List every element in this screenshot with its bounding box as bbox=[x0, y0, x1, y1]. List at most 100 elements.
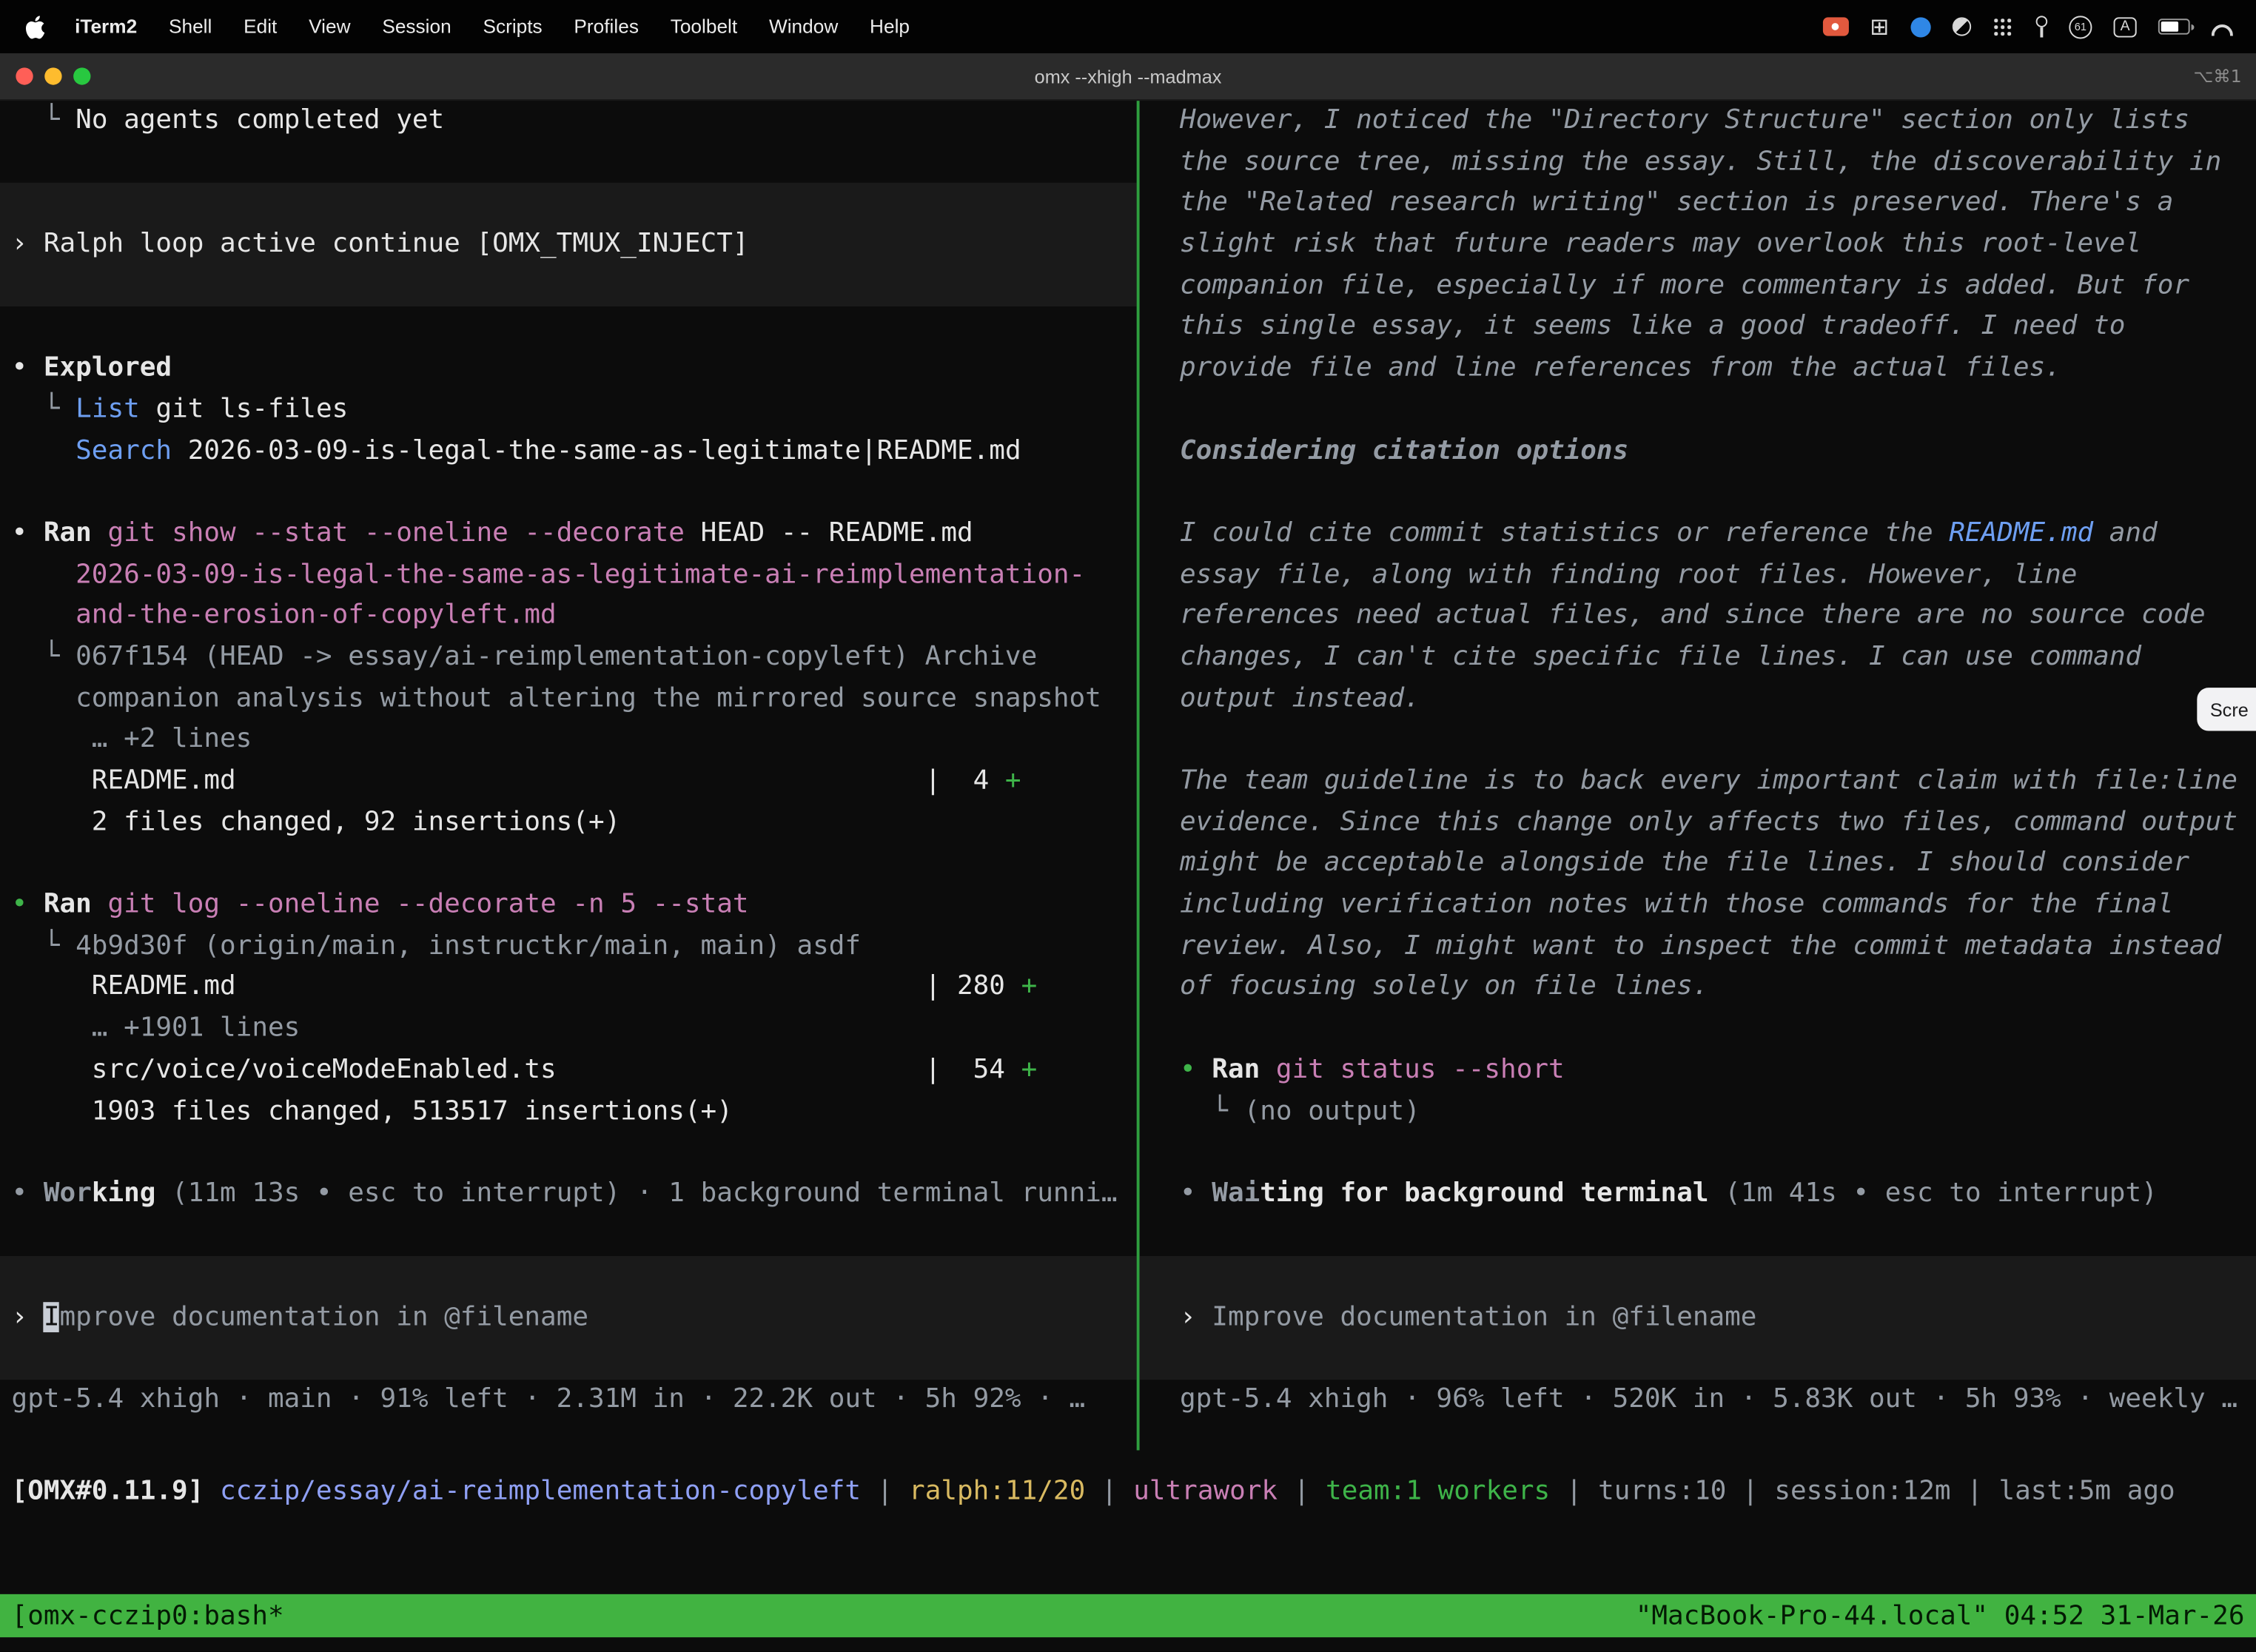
prompt-input-box[interactable]: › Improve documentation in @filename bbox=[1140, 1257, 2256, 1380]
window-shortcut-badge: ⌥⌘1 bbox=[2194, 66, 2256, 86]
terminal-line: … +2 lines bbox=[0, 720, 1137, 762]
terminal-line: › Ralph loop active continue [OMX_TMUX_I… bbox=[0, 224, 1137, 266]
terminal-line: slight risk that future readers may over… bbox=[1140, 224, 2256, 266]
terminal-line: Search 2026-03-09-is-legal-the-same-as-l… bbox=[0, 431, 1137, 472]
menu-toolbelt[interactable]: Toolbelt bbox=[654, 16, 753, 37]
omx-status-segment: | bbox=[1726, 1476, 1774, 1506]
minimize-button[interactable] bbox=[44, 67, 61, 84]
terminal-line: review. Also, I might want to inspect th… bbox=[1140, 926, 2256, 967]
terminal-line: The team guideline is to back every impo… bbox=[1140, 761, 2256, 802]
terminal-area: └ No agents completed yet › Ralph loop a… bbox=[0, 101, 2256, 1450]
tmux-host-clock-label: "MacBook-Pro-44.local" 04:52 31-Mar-26 bbox=[1636, 1601, 2245, 1631]
omx-status-segment: | bbox=[1085, 1476, 1133, 1506]
terminal-line: output instead. bbox=[1140, 679, 2256, 720]
apple-menu-icon[interactable] bbox=[17, 15, 58, 38]
menu-help[interactable]: Help bbox=[854, 16, 926, 37]
menu-session[interactable]: Session bbox=[366, 16, 467, 37]
terminal-line: the "Related research writing" section i… bbox=[1140, 184, 2256, 225]
close-button[interactable] bbox=[16, 67, 33, 84]
app-grid-icon[interactable] bbox=[1993, 17, 2012, 36]
terminal-line: └ List git ls-files bbox=[0, 389, 1137, 431]
app-menu[interactable]: iTerm2 bbox=[59, 16, 153, 37]
terminal-line: However, I noticed the "Directory Struct… bbox=[1140, 101, 2256, 142]
tmux-session-label: [omx-cczip0:bash* bbox=[12, 1601, 284, 1631]
omx-status-segment: | bbox=[861, 1476, 909, 1506]
terminal-line bbox=[1140, 1009, 2256, 1050]
terminal-line: 2026-03-09-is-legal-the-same-as-legitima… bbox=[0, 555, 1137, 597]
menu-edit[interactable]: Edit bbox=[228, 16, 293, 37]
terminal-line: changes, I can't cite specific file line… bbox=[1140, 637, 2256, 679]
terminal-line: gpt-5.4 xhigh · main · 91% left · 2.31M … bbox=[0, 1380, 1137, 1422]
terminal-line: this single essay, it seems like a good … bbox=[1140, 307, 2256, 349]
menu-profiles[interactable]: Profiles bbox=[558, 16, 654, 37]
terminal-line bbox=[0, 472, 1137, 514]
docker-icon[interactable] bbox=[1910, 16, 1930, 36]
terminal-line bbox=[0, 1132, 1137, 1174]
terminal-line bbox=[0, 142, 1137, 184]
terminal-line: • Explored bbox=[0, 349, 1137, 390]
terminal-line: • Ran git show --stat --oneline --decora… bbox=[0, 514, 1137, 555]
menu-view[interactable]: View bbox=[293, 16, 366, 37]
omx-status-segment: session:12m bbox=[1774, 1476, 1950, 1506]
gauge-icon[interactable]: 61 bbox=[2069, 15, 2092, 38]
window-title-bar: omx --xhigh --madmax ⌥⌘1 bbox=[0, 53, 2256, 101]
terminal-line: might be acceptable alongside the file l… bbox=[1140, 844, 2256, 885]
terminal-line: companion analysis without altering the … bbox=[0, 679, 1137, 720]
shortcuts-icon[interactable] bbox=[1953, 17, 1971, 36]
prompt-input-box[interactable]: › Ralph loop active continue [OMX_TMUX_I… bbox=[0, 184, 1137, 307]
terminal-line: the source tree, missing the essay. Stil… bbox=[1140, 142, 2256, 184]
terminal-line: • Waiting for background terminal (1m 41… bbox=[1140, 1174, 2256, 1215]
terminal-line: • Working (11m 13s • esc to interrupt) ·… bbox=[0, 1174, 1137, 1215]
screen-recording-icon[interactable] bbox=[1822, 17, 1848, 36]
notification-toast[interactable]: Scre bbox=[2197, 688, 2256, 731]
omx-status-segment: [OMX#0.11.9] bbox=[12, 1476, 220, 1506]
omx-status-segment: ultrawork bbox=[1133, 1476, 1278, 1506]
terminal-line: Considering citation options bbox=[1140, 431, 2256, 472]
wifi-icon[interactable] bbox=[2212, 24, 2233, 36]
terminal-line: └ 067f154 (HEAD -> essay/ai-reimplementa… bbox=[0, 637, 1137, 679]
menu-scripts[interactable]: Scripts bbox=[467, 16, 558, 37]
terminal-line: README.md | 4 + bbox=[0, 761, 1137, 802]
terminal-line: companion file, especially if more comme… bbox=[1140, 266, 2256, 307]
screen: iTerm2 ShellEditViewSessionScriptsProfil… bbox=[0, 0, 2256, 1652]
terminal-line bbox=[0, 1215, 1137, 1257]
omx-status-segment: turns:10 bbox=[1598, 1476, 1726, 1506]
battery-icon[interactable] bbox=[2158, 19, 2190, 34]
terminal-line: README.md | 280 + bbox=[0, 967, 1137, 1009]
terminal-line: including verification notes with those … bbox=[1140, 885, 2256, 927]
terminal-pane-left[interactable]: └ No agents completed yet › Ralph loop a… bbox=[0, 101, 1137, 1450]
zoom-button[interactable] bbox=[73, 67, 90, 84]
terminal-line: I could cite commit statistics or refere… bbox=[1140, 514, 2256, 555]
omx-status-line: [OMX#0.11.9] cczip/essay/ai-reimplementa… bbox=[0, 1471, 2256, 1512]
terminal-line bbox=[1140, 472, 2256, 514]
menu-window[interactable]: Window bbox=[753, 16, 854, 37]
terminal-pane-right[interactable]: However, I noticed the "Directory Struct… bbox=[1140, 101, 2256, 1450]
omx-status-segment: cczip/essay/ai-reimplementation-copyleft bbox=[220, 1476, 861, 1506]
omx-status-segment: | bbox=[1550, 1476, 1598, 1506]
terminal-line: and-the-erosion-of-copyleft.md bbox=[0, 596, 1137, 637]
terminal-line: provide file and line references from th… bbox=[1140, 349, 2256, 390]
terminal-line bbox=[0, 844, 1137, 885]
omx-status-segment: | bbox=[1278, 1476, 1326, 1506]
traffic-lights bbox=[16, 67, 90, 84]
terminal-line: └ (no output) bbox=[1140, 1091, 2256, 1132]
terminal-line: references need actual files, and since … bbox=[1140, 596, 2256, 637]
terminal-line: of focusing solely on file lines. bbox=[1140, 967, 2256, 1009]
menu-bar: iTerm2 ShellEditViewSessionScriptsProfil… bbox=[0, 0, 2256, 53]
terminal-line: evidence. Since this change only affects… bbox=[1140, 802, 2256, 844]
menu-shell[interactable]: Shell bbox=[153, 16, 228, 37]
terminal-line: src/voice/voiceModeEnabled.ts | 54 + bbox=[0, 1050, 1137, 1092]
terminal-line: └ No agents completed yet bbox=[0, 101, 1137, 142]
terminal-line: … +1901 lines bbox=[0, 1009, 1137, 1050]
menubar-status-icons: ⊞ 61 A bbox=[1822, 13, 2239, 39]
window-grid-icon[interactable]: ⊞ bbox=[1870, 13, 1889, 39]
terminal-line bbox=[1140, 1132, 2256, 1174]
omx-status-segment: team:1 workers bbox=[1326, 1476, 1550, 1506]
key-icon[interactable] bbox=[2035, 16, 2047, 37]
terminal-line: gpt-5.4 xhigh · 96% left · 520K in · 5.8… bbox=[1140, 1380, 2256, 1422]
terminal-line bbox=[1140, 389, 2256, 431]
input-source-icon[interactable]: A bbox=[2114, 16, 2137, 36]
terminal-line bbox=[1140, 1215, 2256, 1257]
prompt-input-box[interactable]: › Improve documentation in @filename bbox=[0, 1257, 1137, 1380]
terminal-line: essay file, along with finding root file… bbox=[1140, 554, 2256, 596]
